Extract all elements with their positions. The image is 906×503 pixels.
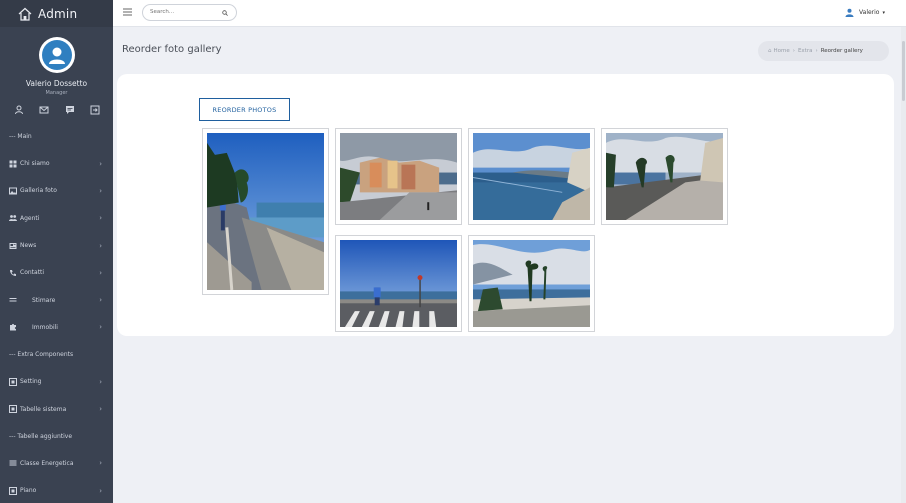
user-icon[interactable] [14,105,24,115]
chevron-right-icon: › [99,377,102,386]
sidebar-item-galleria-foto[interactable]: Galleria foto › [0,177,113,204]
scrollbar-thumb[interactable] [902,41,905,101]
sidebar-item-label: Tabelle sistema [20,405,67,413]
house-icon [18,7,32,21]
brand-title: Admin [38,6,78,21]
logout-icon[interactable] [90,105,100,115]
profile-quick-links [0,96,113,115]
sidebar-item-label: Piano [20,487,37,495]
sidebar-item-agenti[interactable]: Agenti › [0,205,113,232]
chevron-right-icon: › [99,486,102,495]
sidebar-item-label: Agenti [20,214,40,222]
search-icon[interactable] [222,10,228,16]
chat-icon[interactable] [65,105,75,115]
sidebar-item-label: Immobili [32,323,58,331]
sidebar-item-label: Setting [20,378,42,386]
promenade-vertical-image [207,133,324,290]
page-title: Reorder foto gallery [122,44,222,55]
mail-icon[interactable] [39,105,49,115]
search-box [142,4,237,21]
grid-icon [9,160,17,168]
image-icon [9,187,17,195]
phone-icon [9,269,17,277]
sidebar-item-immobili[interactable]: Immobili › [0,314,113,341]
chevron-right-icon: › [99,268,102,277]
profile: Valerio Dossetto Manager [0,27,113,115]
chevron-right-icon: › [99,159,102,168]
reorder-photos-button[interactable]: REORDER PHOTOS [199,98,290,121]
sidebar-item-label: Contatti [20,269,45,277]
menton-old-town-image [340,133,457,220]
bars-icon [9,296,17,304]
gallery-photo[interactable] [468,235,595,332]
sidebar-item-label: Chi siamo [20,160,50,168]
users-icon [9,214,17,222]
chevron-right-icon: › [99,241,102,250]
sidebar-item-label: News [20,242,37,250]
chevron-right-icon: › [99,323,102,332]
chevron-right-icon: › [99,296,102,305]
chevron-right-icon: › [99,214,102,223]
sidebar-item-piano[interactable]: Piano › [0,477,113,503]
search-input[interactable] [150,9,220,15]
sidebar-item-label: Galleria foto [20,187,57,195]
sidebar-item-stimare[interactable]: Stimare › [0,286,113,313]
chevron-right-icon: › [99,405,102,414]
breadcrumb: ⌂ Home › Extra › Reorder gallery [758,41,889,61]
gallery-photo[interactable] [335,235,462,332]
user-avatar-icon [48,47,65,64]
breadcrumb-separator: › [792,48,795,54]
sidebar-item-contatti[interactable]: Contatti › [0,259,113,286]
avatar[interactable] [38,37,75,73]
sidebar-item-label: Classe Energetica [20,459,74,467]
sidebar-item-classe-energetica[interactable]: Classe Energetica › [0,450,113,477]
seaside-walk-palms-image [606,133,723,220]
sidebar-item-news[interactable]: News › [0,232,113,259]
gallery-photo[interactable] [601,128,728,225]
home-icon: ⌂ [768,48,772,54]
sidebar-section-main: --- Main [9,133,32,140]
road-crosswalk-image [340,240,457,327]
sidebar-section-extra: --- Extra Components [9,351,74,359]
sidebar-menu: --- Main Chi siamo › Galleria foto › Age… [0,123,113,503]
box-icon [9,405,17,414]
chevron-right-icon: › [99,459,102,468]
topbar: Valerio ▾ [113,0,906,27]
sidebar-item-chi-siamo[interactable]: Chi siamo › [0,150,113,177]
gallery-photo[interactable] [202,128,329,295]
beach-palms-image [473,240,590,327]
bars-icon [9,459,17,467]
newspaper-icon [9,242,17,250]
coastline-bay-image [473,133,590,220]
box-icon [9,377,17,386]
gallery-photo[interactable] [335,128,462,225]
sidebar-item-label: Stimare [32,296,56,304]
breadcrumb-separator: › [815,48,818,54]
breadcrumb-current: Reorder gallery [820,48,863,54]
scrollbar[interactable] [901,27,906,503]
chevron-right-icon: › [99,186,102,195]
user-icon [845,8,854,17]
gallery-card: REORDER PHOTOS [117,74,894,336]
user-name: Valerio [859,9,880,16]
sidebar: Admin Valerio Dossetto Manager --- Main … [0,0,113,503]
box-icon [9,486,17,495]
sidebar-item-setting[interactable]: Setting › [0,368,113,395]
breadcrumb-extra[interactable]: Extra [798,48,813,54]
user-menu[interactable]: Valerio ▾ [845,8,885,17]
sidebar-section-tabelle-aggiuntive: --- Tabelle aggiuntive [9,432,73,440]
profile-name: Valerio Dossetto [25,79,88,88]
brand[interactable]: Admin [0,0,113,27]
chevron-down-icon: ▾ [882,9,885,16]
hamburger-menu-icon[interactable] [123,8,132,16]
gallery-photo[interactable] [468,128,595,225]
puzzle-icon [9,323,17,331]
sidebar-item-tabelle-sistema[interactable]: Tabelle sistema › [0,395,113,422]
breadcrumb-home[interactable]: Home [774,48,790,54]
